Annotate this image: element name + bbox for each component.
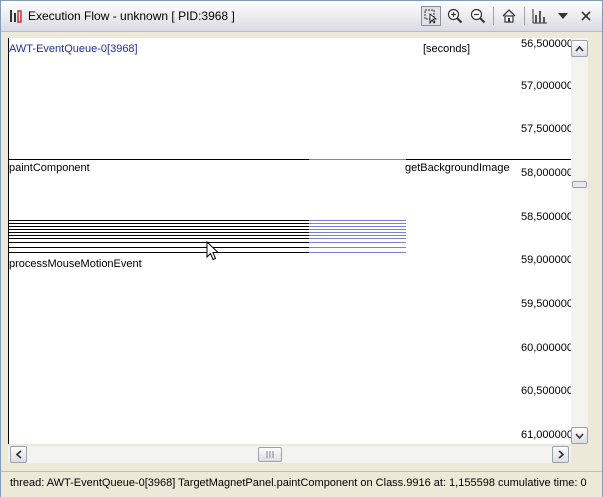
chevron-down-icon xyxy=(575,432,584,439)
vertical-scrollbar[interactable] xyxy=(571,38,588,444)
call-line[interactable] xyxy=(9,226,309,227)
time-tick-label: 60,000000 xyxy=(521,342,571,354)
scroll-right-button[interactable] xyxy=(552,446,569,463)
call-line[interactable] xyxy=(9,235,309,236)
selected-call-segment[interactable] xyxy=(309,223,406,224)
status-text: thread: AWT-EventQueue-0[3968] TargetMag… xyxy=(10,477,587,489)
time-tick-label: 59,000000 xyxy=(521,254,571,266)
call-line[interactable] xyxy=(9,229,309,230)
thread-name: AWT-EventQueue-0[3968] xyxy=(9,43,138,55)
title-bar: Execution Flow - unknown [ PID:3968 ] xyxy=(1,1,602,32)
time-tick-label: 60,500000 xyxy=(521,385,571,397)
close-icon xyxy=(581,11,591,21)
selected-call-segment[interactable] xyxy=(309,242,406,243)
time-tick-label: 56,500000 xyxy=(521,38,571,50)
chevron-right-icon xyxy=(557,450,564,459)
bar-chart-icon xyxy=(532,9,547,24)
time-units-label: [seconds] xyxy=(423,43,471,55)
selected-call-segment[interactable] xyxy=(309,235,406,236)
select-tool-button[interactable] xyxy=(421,6,441,26)
zoom-in-button[interactable] xyxy=(445,6,465,26)
execution-flow-icon xyxy=(10,10,22,23)
horizontal-scroll-thumb[interactable] xyxy=(258,447,282,462)
time-tick-label: 58,000000 xyxy=(521,167,571,179)
selected-call-segment[interactable] xyxy=(309,238,406,239)
mouse-pointer-icon xyxy=(206,241,220,261)
chevron-up-icon xyxy=(575,45,584,52)
selected-call-segment[interactable] xyxy=(309,220,406,221)
close-button[interactable] xyxy=(576,6,596,26)
selected-call-segment[interactable] xyxy=(309,247,406,248)
zoom-out-icon xyxy=(470,8,486,24)
menu-dropdown-button[interactable] xyxy=(553,6,573,26)
execution-flow-window: Execution Flow - unknown [ PID:3968 ] AW… xyxy=(0,0,603,497)
zoom-in-icon xyxy=(447,8,463,24)
scroll-up-button[interactable] xyxy=(571,40,588,57)
grip-icon xyxy=(266,451,274,458)
toolbar-separator xyxy=(493,7,494,25)
call-line[interactable] xyxy=(9,220,309,221)
paint-component-call-line[interactable] xyxy=(9,159,571,160)
chevron-down-icon xyxy=(558,13,568,19)
call-line[interactable] xyxy=(9,252,309,253)
chevron-left-icon xyxy=(15,450,22,459)
scroll-down-button[interactable] xyxy=(571,427,588,444)
time-tick-label: 57,500000 xyxy=(521,123,571,135)
selected-call-segment[interactable] xyxy=(309,252,406,253)
scroll-left-button[interactable] xyxy=(10,446,27,463)
horizontal-scrollbar[interactable] xyxy=(8,446,571,463)
window-title: Execution Flow - unknown [ PID:3968 ] xyxy=(28,9,235,23)
vertical-scroll-thumb[interactable] xyxy=(572,181,587,188)
selected-call-segment[interactable] xyxy=(309,229,406,230)
call-line[interactable] xyxy=(9,242,309,243)
call-line[interactable] xyxy=(9,247,309,248)
chart-options-button[interactable] xyxy=(530,6,550,26)
time-tick-label: 58,500000 xyxy=(521,211,571,223)
call-line[interactable] xyxy=(9,223,309,224)
time-tick-label: 59,500000 xyxy=(521,298,571,310)
selected-call-segment[interactable] xyxy=(309,159,406,160)
cursor-select-icon xyxy=(424,9,438,24)
execution-flow-canvas[interactable]: AWT-EventQueue-0[3968] [seconds] 56,5000… xyxy=(8,38,571,444)
zoom-out-button[interactable] xyxy=(468,6,488,26)
selected-call-segment[interactable] xyxy=(309,226,406,227)
process-mouse-motion-event-label: processMouseMotionEvent xyxy=(9,258,142,270)
call-line[interactable] xyxy=(9,238,309,239)
toolbar-separator xyxy=(524,7,525,25)
call-line[interactable] xyxy=(9,232,309,233)
home-icon xyxy=(502,9,516,23)
selected-call-segment[interactable] xyxy=(309,232,406,233)
paint-component-label: paintComponent xyxy=(9,162,90,174)
get-background-image-label: getBackgroundImage xyxy=(405,162,510,174)
home-button[interactable] xyxy=(499,6,519,26)
time-tick-label: 61,000000 xyxy=(521,429,571,441)
time-tick-label: 57,000000 xyxy=(521,80,571,92)
status-bar: thread: AWT-EventQueue-0[3968] TargetMag… xyxy=(1,471,602,497)
